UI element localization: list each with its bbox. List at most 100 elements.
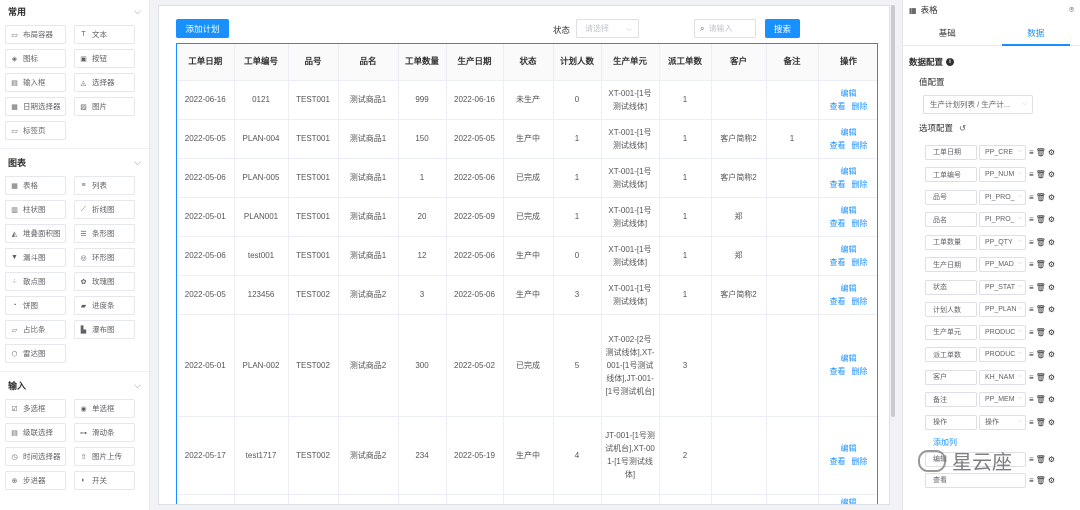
palette-item[interactable]: ▥ 柱状图 [5,200,66,219]
drag-handle-icon[interactable]: ≡ [1029,455,1034,464]
option-label-input[interactable]: 工单数量 [925,234,977,250]
edit-link[interactable]: 编辑 [822,352,876,365]
option-label-input[interactable]: 工单编号 [925,167,977,182]
drag-handle-icon[interactable]: ≡ [1029,418,1034,427]
table-row[interactable]: 2022-05-05 123456 TEST002 测试商品2 3 2022-05-06 生… [177,275,877,315]
palette-item[interactable]: ▼ 漏斗图 [5,248,66,267]
palette-item[interactable]: ⊶ 滑动条 [74,423,135,442]
palette-item[interactable]: ⊕ 步进器 [5,471,66,490]
palette-item[interactable]: ▣ 按钮 [74,49,135,68]
palette-item[interactable]: ◉ 单选框 [74,399,135,418]
option-field-select[interactable]: PP_PLAN ⌵ [979,302,1026,317]
option-label-input[interactable]: 状态 [925,279,977,295]
palette-item[interactable]: ▤ 输入框 [5,73,66,92]
edit-link[interactable]: 编辑 [822,165,876,178]
option-field-select[interactable]: PP_NUM ⌵ [979,167,1026,182]
trash-icon[interactable]: 🗑 [1036,283,1046,292]
option-field-select[interactable]: 操作 ⌵ [979,414,1026,430]
option-label-input[interactable]: 操作 [925,414,977,430]
gear-icon[interactable]: ⚙ [1048,395,1055,404]
delete-link[interactable]: 删除 [852,139,868,152]
trash-icon[interactable]: 🗑 [1036,373,1046,382]
trash-icon[interactable]: 🗑 [1036,395,1046,404]
drag-handle-icon[interactable]: ≡ [1029,238,1034,247]
gear-icon[interactable]: ⚙ [1048,455,1055,464]
gear-icon[interactable]: ⚙ [1048,215,1055,224]
gear-icon[interactable]: ⚙ [1048,476,1055,485]
palette-item[interactable]: ⟋ 折线图 [74,200,135,219]
search-input[interactable]: ⌕ 请输入 [694,19,756,38]
trash-icon[interactable]: 🗑 [1036,260,1046,269]
trash-icon[interactable]: 🗑 [1036,215,1046,224]
trash-icon[interactable]: 🗑 [1036,238,1046,247]
delete-link[interactable]: 删除 [852,178,868,191]
view-link[interactable]: 查看 [830,100,846,113]
tab-basic[interactable]: 基础 [903,20,992,45]
tab-data[interactable]: 数据 [992,20,1080,46]
info-icon[interactable]: i [946,58,955,66]
gear-icon[interactable]: ⚙ [1048,238,1055,247]
trash-icon[interactable]: 🗑 [1036,193,1046,202]
delete-link[interactable]: 删除 [852,100,868,113]
edit-link[interactable]: 编辑 [822,243,876,256]
option-label-input[interactable]: 品号 [925,189,977,205]
option-field-select[interactable]: PP_QTY ⌵ [979,234,1026,250]
delete-link[interactable]: 删除 [852,365,868,378]
trash-icon[interactable]: 🗑 [1036,148,1046,157]
option-field-select[interactable]: PP_CRE ⌵ [979,144,1026,160]
option-field-select[interactable]: PRODUC ⌵ [979,324,1026,340]
gear-icon[interactable]: ⚙ [1048,305,1055,314]
option-label-input[interactable]: 生产日期 [925,257,977,272]
delete-link[interactable]: 删除 [852,217,868,230]
palette-item[interactable]: ▭ 布局容器 [5,25,66,44]
edit-link[interactable]: 编辑 [822,87,876,100]
view-link[interactable]: 查看 [830,178,846,191]
palette-item[interactable]: ▭ 标签页 [5,121,66,140]
palette-item[interactable]: ▰ 进度条 [74,296,135,315]
gear-icon[interactable]: ⚙ [1048,170,1055,179]
gear-icon[interactable]: ⚙ [1048,260,1055,269]
table-row[interactable]: 2022-05-01 PLAN-002 TEST002 测试商品2 300 2022-05… [177,314,877,417]
palette-item[interactable]: ◐ 开关 [74,471,135,490]
palette-item[interactable]: ⇧ 图片上传 [74,447,135,466]
option-field-select[interactable]: PP_MAD ⌵ [979,257,1026,272]
drag-handle-icon[interactable]: ≡ [1029,148,1034,157]
trash-icon[interactable]: 🗑 [1036,350,1046,359]
search-button[interactable]: 搜索 [765,19,800,38]
trash-icon[interactable]: 🗑 [1036,455,1046,464]
reset-icon[interactable]: ↺ [959,123,966,134]
delete-link[interactable]: 删除 [852,455,868,468]
gear-icon[interactable]: ⚙ [1048,148,1055,157]
palette-item[interactable]: ⬡ 雷达图 [5,344,66,363]
palette-item[interactable]: ▤ 级联选择 [5,423,66,442]
drag-handle-icon[interactable]: ≡ [1029,350,1034,359]
option-label-input[interactable]: 生产单元 [925,324,977,340]
table-row[interactable]: JT-001-[1号 编辑查看删除 [177,494,877,504]
gear-icon[interactable]: ⚙ [1048,328,1055,337]
view-link[interactable]: 查看 [830,365,846,378]
palette-item[interactable]: T 文本 [74,25,135,44]
canvas-scrollbar[interactable] [891,5,895,417]
add-column-link[interactable]: 添加列 [903,431,1080,447]
edit-link[interactable]: 编辑 [822,204,876,217]
view-link[interactable]: 查看 [830,256,846,269]
palette-item[interactable]: ▦ 表格 [5,176,66,195]
palette-item[interactable]: ◭ 堆叠面积图 [5,224,66,243]
option-field-select[interactable]: PI_PRO_ ⌵ [979,189,1026,205]
view-link[interactable]: 查看 [830,139,846,152]
table-row[interactable]: 2022-05-06 PLAN-005 TEST001 测试商品1 1 2022-05-0… [177,158,877,198]
edit-link[interactable]: 编辑 [822,126,876,139]
palette-item[interactable]: ◔ 饼图 [5,296,66,315]
table-row[interactable]: 2022-05-17 test1717 TEST002 测试商品2 234 2022-05… [177,416,877,495]
palette-item[interactable]: ▦ 日期选择器 [5,97,66,116]
drag-handle-icon[interactable]: ≡ [1029,476,1034,485]
option-label-input[interactable]: 客户 [925,369,977,385]
drag-handle-icon[interactable]: ≡ [1029,215,1034,224]
palette-item[interactable]: ▨ 图片 [74,97,135,116]
gear-icon[interactable]: ⚙ [1048,373,1055,382]
gear-icon[interactable]: ⚙ [1048,350,1055,359]
trash-icon[interactable]: 🗑 [1036,170,1046,179]
delete-link[interactable]: 删除 [852,295,868,308]
drag-handle-icon[interactable]: ≡ [1029,193,1034,202]
palette-item[interactable]: ☰ 条形图 [74,224,135,243]
